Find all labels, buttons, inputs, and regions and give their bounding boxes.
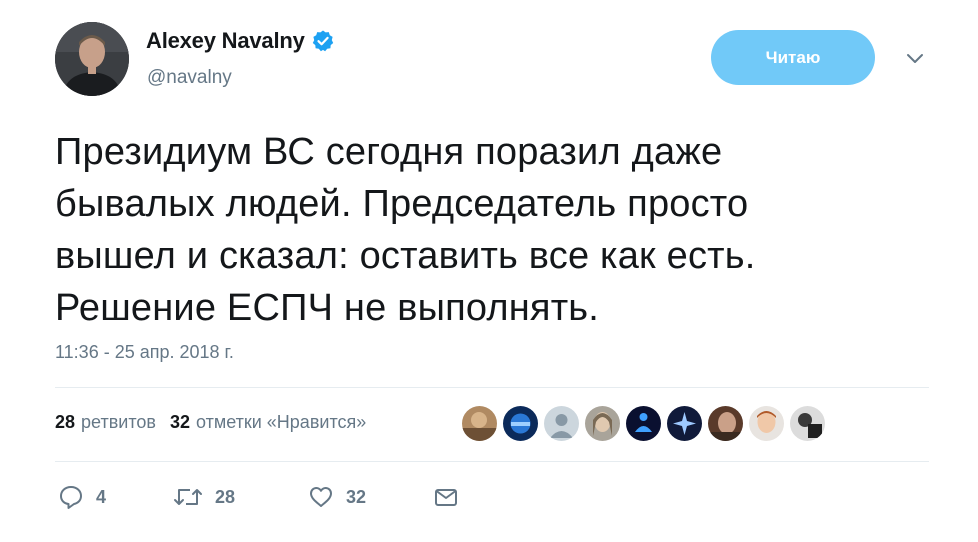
liker-avatar[interactable]	[666, 405, 703, 442]
retweet-icon	[174, 489, 202, 505]
reply-icon	[60, 486, 82, 509]
author-avatar-image	[55, 22, 129, 96]
heart-icon	[310, 487, 332, 507]
direct-message-button[interactable]	[433, 484, 459, 510]
following-button[interactable]: Читаю	[711, 30, 875, 85]
tweet-stats: 28 ретвитов 32 отметки «Нравится»	[55, 412, 366, 433]
likes-stat-count: 32	[169, 412, 190, 432]
reply-count: 4	[96, 486, 107, 507]
author-name-text: Alexey Navalny	[146, 28, 305, 53]
author-handle[interactable]: @navalny	[147, 67, 232, 89]
liker-avatar[interactable]	[748, 405, 785, 442]
tweet-timestamp[interactable]: 11:36 - 25 апр. 2018 г.	[55, 342, 234, 363]
liker-avatar[interactable]	[584, 405, 621, 442]
like-count: 32	[346, 486, 367, 507]
like-button[interactable]: 32	[308, 484, 366, 510]
retweets-stat-label: ретвитов	[81, 412, 156, 432]
retweet-button[interactable]: 28	[173, 484, 235, 510]
envelope-icon	[435, 489, 457, 506]
liker-avatar[interactable]	[707, 405, 744, 442]
author-name[interactable]: Alexey Navalny	[146, 28, 335, 54]
likes-stat-label: отметки «Нравится»	[195, 412, 367, 432]
retweet-count: 28	[215, 486, 236, 507]
verified-badge-icon	[311, 29, 335, 53]
author-avatar[interactable]	[55, 22, 129, 96]
liker-avatar[interactable]	[789, 405, 826, 442]
liker-avatar[interactable]	[502, 405, 539, 442]
retweets-stat[interactable]: 28 ретвитов	[55, 412, 156, 433]
divider	[55, 387, 929, 388]
likes-stat[interactable]: 32 отметки «Нравится»	[170, 412, 366, 433]
tweet-text: Президиум ВС сегодня поразил даже бывалы…	[55, 131, 756, 329]
liker-avatar[interactable]	[461, 405, 498, 442]
liker-avatar[interactable]	[625, 405, 662, 442]
liker-avatars	[461, 405, 826, 442]
divider	[55, 461, 929, 462]
reply-button[interactable]: 4	[58, 484, 106, 510]
liker-avatar[interactable]	[543, 405, 580, 442]
chevron-down-icon[interactable]	[903, 50, 927, 68]
retweets-stat-count: 28	[55, 412, 76, 432]
tweet-card: Alexey Navalny @navalny Читаю Президиум …	[0, 0, 978, 542]
